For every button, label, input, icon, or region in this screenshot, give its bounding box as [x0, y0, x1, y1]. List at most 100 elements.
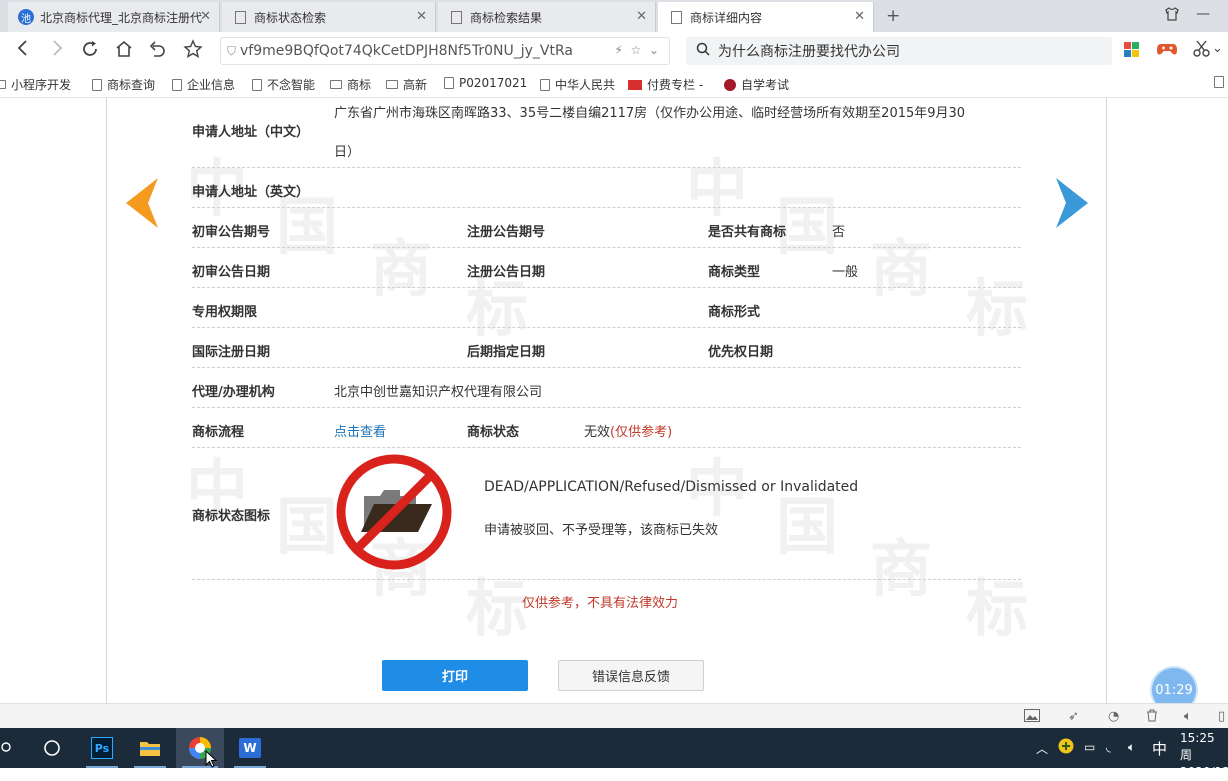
tab-trademark-status-search[interactable]: 商标状态检索 ✕ — [222, 2, 436, 32]
status-description-cn: 申请被驳回、不予受理等，该商标已失效 — [484, 523, 719, 538]
task-view-icon[interactable] — [32, 728, 72, 768]
label-preliminary-announcement-no: 初审公告期号 — [192, 225, 271, 240]
address-bar[interactable]: ⛉ vf9me9BQfQot74QkCetDPJH8Nf5Tr0NU_jy_Vt… — [220, 37, 670, 65]
close-tab-icon[interactable]: ✕ — [854, 9, 865, 24]
bookmark-label: P02017021 — [459, 76, 528, 90]
bookmark-label: 自学考试 — [741, 78, 790, 92]
bookmark-label: 商标查询 — [107, 78, 156, 92]
error-feedback-button[interactable]: 错误信息反馈 — [558, 660, 704, 691]
bookmark-trademark-folder[interactable]: 商标 — [330, 76, 371, 93]
tab-title: 商标检索结果 — [470, 10, 543, 25]
recording-timer[interactable]: 01:29 — [1152, 668, 1196, 703]
favorite-star-icon[interactable] — [183, 39, 203, 64]
url-text: vf9me9BQfQot74QkCetDPJH8Nf5Tr0NU_jy_VtRa — [240, 43, 573, 59]
label-international-registration-date: 国际注册日期 — [192, 345, 271, 360]
row-applicant-address-en: 申请人地址（英文） — [192, 168, 1021, 208]
address-row: ⛉ vf9me9BQfQot74QkCetDPJH8Nf5Tr0NU_jy_Vt… — [0, 32, 1228, 70]
scissors-icon[interactable] — [1192, 40, 1212, 63]
ime-indicator[interactable]: 中 — [1152, 738, 1167, 759]
trash-icon[interactable] — [1146, 709, 1158, 726]
label-applicant-address-cn: 申请人地址（中文） — [192, 125, 310, 140]
close-tab-icon[interactable]: ✕ — [636, 9, 647, 24]
bookmark-p0201702[interactable]: P02017021 — [444, 76, 527, 90]
value-applicant-address-cn-line1: 广东省广州市海珠区南晖路33、35号二楼自编2117房（仅作办公用途、临时经营场… — [334, 106, 966, 121]
status-value-text: 无效 — [584, 425, 611, 440]
bookmarks-overflow[interactable] — [1214, 76, 1228, 88]
address-bar-actions[interactable]: ⚡ ☆ ⌄ — [615, 43, 660, 57]
shirt-icon[interactable] — [1164, 6, 1180, 26]
bookmark-self-study-exam[interactable]: 自学考试 — [724, 76, 789, 93]
rocket-icon[interactable]: ➶ — [1068, 709, 1079, 724]
tab-trademark-detail[interactable]: 商标详细内容 ✕ — [658, 2, 874, 32]
label-priority-date: 优先权日期 — [708, 345, 774, 360]
previous-arrow-icon[interactable] — [126, 178, 160, 232]
tab-title: 商标详细内容 — [690, 10, 763, 25]
game-controller-icon[interactable] — [1156, 40, 1178, 63]
volume-icon[interactable]: 🔈︎ — [1184, 709, 1192, 724]
wifi-icon[interactable]: ◟ — [1106, 740, 1111, 754]
label-registration-announcement-no: 注册公告期号 — [467, 225, 546, 240]
page-icon — [448, 9, 464, 25]
content-left-border — [106, 98, 107, 703]
search-icon — [696, 42, 710, 60]
row-exclusive-right-term: 专用权期限 商标形式 — [192, 288, 1021, 328]
view-process-link[interactable]: 点击查看 — [334, 421, 386, 440]
label-exclusive-right-term: 专用权期限 — [192, 305, 258, 320]
print-button[interactable]: 打印 — [382, 660, 528, 691]
tab-trademark-search-results[interactable]: 商标检索结果 ✕ — [438, 2, 656, 32]
page-icon — [252, 78, 262, 91]
value-trademark-type: 一般 — [832, 265, 859, 280]
windows-taskbar: Ps W ︿ ▭ ◟ 🔈︎ 中 15:25 周 2020/12 — [0, 728, 1228, 779]
bookmark-company-info[interactable]: 企业信息 — [172, 76, 235, 93]
bookmark-trademark-query[interactable]: 商标查询 — [92, 76, 155, 93]
browser-status-bar: ➶ ◔ 🔈︎ ▯ — [0, 703, 1228, 728]
apps-grid-icon[interactable] — [1124, 42, 1140, 58]
bookmark-mini-program[interactable]: 小程序开发 — [0, 76, 71, 93]
forward-icon[interactable] — [48, 39, 66, 62]
label-agent: 代理/办理机构 — [192, 385, 275, 400]
bookmark-label: 中华人民共 — [555, 78, 616, 92]
page-icon — [668, 9, 684, 25]
close-tab-icon[interactable]: ✕ — [200, 9, 211, 24]
minimize-icon[interactable]: — — [1196, 6, 1210, 22]
back-icon[interactable] — [14, 39, 32, 62]
wps-writer-icon[interactable]: W — [228, 728, 272, 768]
more-icon[interactable]: ⌄ — [1212, 41, 1223, 56]
file-explorer-icon[interactable] — [128, 728, 172, 768]
bookmark-hightech-folder[interactable]: 高新 — [386, 76, 427, 93]
label-applicant-address-en: 申请人地址（英文） — [192, 185, 310, 200]
search-box[interactable]: 为什么商标注册要找代办公司 — [686, 37, 1112, 65]
row-international-dates: 国际注册日期 后期指定日期 优先权日期 — [192, 328, 1021, 368]
photoshop-app-icon[interactable]: Ps — [80, 728, 124, 768]
content-right-border — [1106, 98, 1107, 703]
label-subsequent-designation-date: 后期指定日期 — [467, 345, 546, 360]
undo-icon[interactable] — [148, 39, 168, 64]
row-status-icon: 商标状态图标 DEAD/APPLICATION/Refused/Dismisse… — [192, 448, 1021, 580]
column-badge-icon — [628, 79, 642, 90]
battery-icon[interactable]: ▭ — [1084, 740, 1095, 754]
bookmark-bunian[interactable]: 不念智能 — [252, 76, 315, 93]
panel-icon[interactable]: ▯ — [1218, 709, 1225, 724]
row-applicant-address-cn: 申请人地址（中文） 广东省广州市海珠区南晖路33、35号二楼自编2117房（仅作… — [192, 98, 1021, 168]
value-trademark-status: 无效(仅供参考) — [584, 421, 672, 440]
refresh-icon[interactable] — [80, 39, 100, 64]
bookmark-label: 企业信息 — [187, 78, 236, 92]
folder-icon — [386, 80, 398, 89]
volume-tray-icon[interactable]: 🔈︎ — [1128, 740, 1135, 755]
new-tab-icon[interactable]: + — [886, 6, 900, 26]
row-agent: 代理/办理机构 北京中创世嘉知识产权代理有限公司 — [192, 368, 1021, 408]
search-taskbar-icon[interactable] — [0, 728, 16, 768]
tray-expand-icon[interactable]: ︿ — [1036, 740, 1048, 757]
home-icon[interactable] — [114, 39, 134, 64]
image-icon[interactable] — [1024, 709, 1040, 726]
speed-icon[interactable]: ◔ — [1108, 709, 1119, 724]
value-shared-trademark: 否 — [832, 225, 846, 240]
tab-trademark-agent[interactable]: 池 北京商标代理_北京商标注册代 ✕ — [8, 2, 220, 32]
bookmark-paid-column[interactable]: 付费专栏 - — [628, 76, 703, 93]
close-tab-icon[interactable]: ✕ — [416, 9, 427, 24]
tray-plus-icon[interactable] — [1058, 738, 1074, 757]
security-shield-icon: ⛉ — [227, 43, 237, 58]
system-clock[interactable]: 15:25 周 2020/12 — [1180, 730, 1228, 781]
next-arrow-icon[interactable] — [1054, 178, 1088, 232]
bookmark-prc[interactable]: 中华人民共 — [540, 76, 615, 93]
